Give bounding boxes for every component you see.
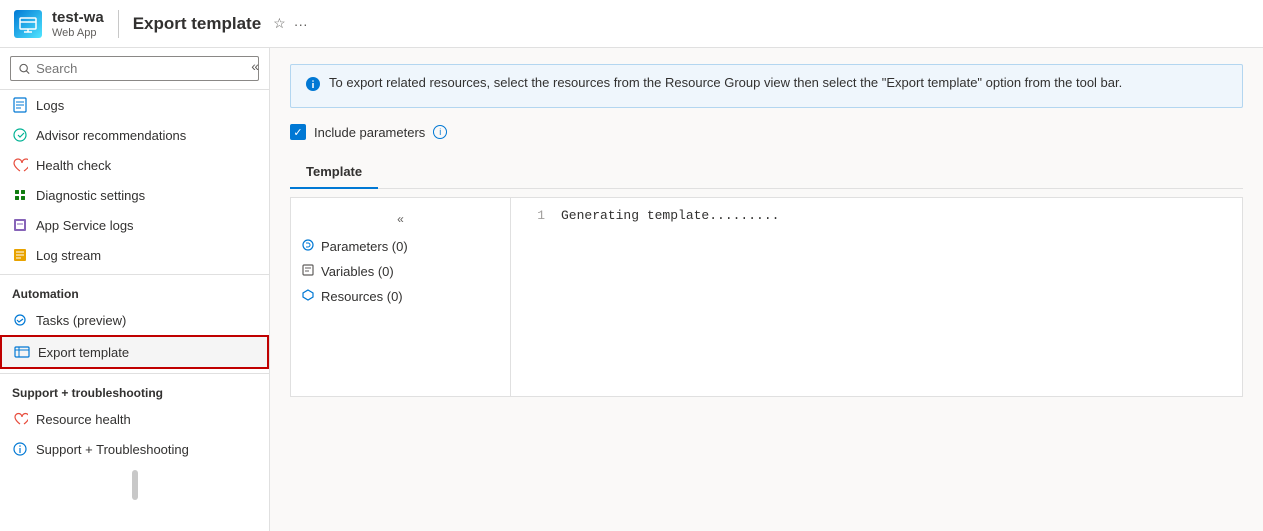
page-title: Export template (133, 14, 261, 34)
search-box[interactable] (10, 56, 259, 81)
search-input[interactable] (36, 61, 250, 76)
export-template-icon (14, 344, 30, 360)
info-banner-text: To export related resources, select the … (329, 75, 1122, 90)
line-content: Generating template......... (561, 208, 779, 223)
app-header: test-wa Web App Export template ☆ ··· (0, 0, 1263, 48)
sidebar-item-resource-health[interactable]: Resource health (0, 404, 269, 434)
sidebar: « Logs Advisor recommendations Healt (0, 48, 270, 531)
template-code: 1 Generating template......... (511, 198, 1242, 396)
sidebar-item-label: Support + Troubleshooting (36, 442, 189, 457)
info-banner-icon (305, 76, 321, 97)
main-content: To export related resources, select the … (270, 48, 1263, 531)
sidebar-item-advisor[interactable]: Advisor recommendations (0, 120, 269, 150)
search-icon (19, 63, 30, 75)
line-number: 1 (525, 208, 545, 223)
scroll-indicator (0, 464, 269, 506)
tree-item-resources[interactable]: Resources (0) (301, 284, 500, 309)
sidebar-item-label: Resource health (36, 412, 131, 427)
sidebar-item-label: Logs (36, 98, 64, 113)
sidebar-search-area (0, 48, 269, 90)
info-banner: To export related resources, select the … (290, 64, 1243, 108)
template-area: « Parameters (0) Variables (0) (290, 197, 1243, 397)
sidebar-item-app-service-logs[interactable]: App Service logs (0, 210, 269, 240)
support-troubleshooting-icon (12, 441, 28, 457)
sidebar-item-logs[interactable]: Logs (0, 90, 269, 120)
resources-icon (301, 288, 315, 305)
sidebar-item-log-stream[interactable]: Log stream (0, 240, 269, 270)
sidebar-search-container: « (0, 48, 269, 90)
tab-template[interactable]: Template (290, 156, 378, 189)
resource-name: test-wa (52, 9, 104, 26)
sidebar-item-health-check[interactable]: Health check (0, 150, 269, 180)
tasks-icon (12, 312, 28, 328)
content-inner: To export related resources, select the … (270, 48, 1263, 531)
resource-health-icon (12, 411, 28, 427)
template-tree: « Parameters (0) Variables (0) (291, 198, 511, 396)
parameters-icon (301, 238, 315, 255)
resource-type: Web App (52, 27, 104, 39)
more-options-icon[interactable]: ··· (294, 16, 308, 32)
section-support: Support + troubleshooting (0, 373, 269, 404)
code-line-1: 1 Generating template......... (525, 208, 1228, 223)
sidebar-item-support-troubleshooting[interactable]: Support + Troubleshooting (0, 434, 269, 464)
app-icon-container (12, 8, 44, 40)
sidebar-scroll-area: Logs Advisor recommendations Health chec… (0, 90, 269, 531)
app-service-logs-icon (12, 217, 28, 233)
advisor-icon (12, 127, 28, 143)
sidebar-item-label: Diagnostic settings (36, 188, 145, 203)
tree-item-parameters[interactable]: Parameters (0) (301, 234, 500, 259)
app-icon (14, 10, 42, 38)
favorite-star-icon[interactable]: ☆ (273, 15, 286, 32)
sidebar-item-label: App Service logs (36, 218, 134, 233)
diagnostic-icon (12, 187, 28, 203)
sidebar-item-label: Log stream (36, 248, 101, 263)
tree-item-label: Variables (0) (321, 264, 394, 279)
log-stream-icon (12, 247, 28, 263)
logs-icon (12, 97, 28, 113)
sidebar-item-label: Export template (38, 345, 129, 360)
include-params-label: Include parameters (314, 125, 425, 140)
variables-icon (301, 263, 315, 280)
sidebar-item-export-template[interactable]: Export template (0, 335, 269, 369)
tree-item-variables[interactable]: Variables (0) (301, 259, 500, 284)
tabs-bar: Template (290, 156, 1243, 189)
sidebar-item-diagnostic[interactable]: Diagnostic settings (0, 180, 269, 210)
section-automation: Automation (0, 274, 269, 305)
include-params-checkbox[interactable]: ✓ (290, 124, 306, 140)
header-resource-info: test-wa Web App (52, 9, 104, 39)
sidebar-collapse-btn[interactable]: « (251, 58, 259, 74)
tree-item-label: Resources (0) (321, 289, 403, 304)
sidebar-item-label: Advisor recommendations (36, 128, 186, 143)
sidebar-item-label: Tasks (preview) (36, 313, 126, 328)
sidebar-item-tasks[interactable]: Tasks (preview) (0, 305, 269, 335)
main-layout: « Logs Advisor recommendations Healt (0, 48, 1263, 531)
include-params-row: ✓ Include parameters i (290, 124, 1243, 140)
header-divider (118, 10, 119, 38)
tree-collapse-btn[interactable]: « (301, 208, 500, 230)
health-check-icon (12, 157, 28, 173)
tree-item-label: Parameters (0) (321, 239, 408, 254)
sidebar-item-label: Health check (36, 158, 111, 173)
include-params-info-icon[interactable]: i (433, 125, 447, 139)
